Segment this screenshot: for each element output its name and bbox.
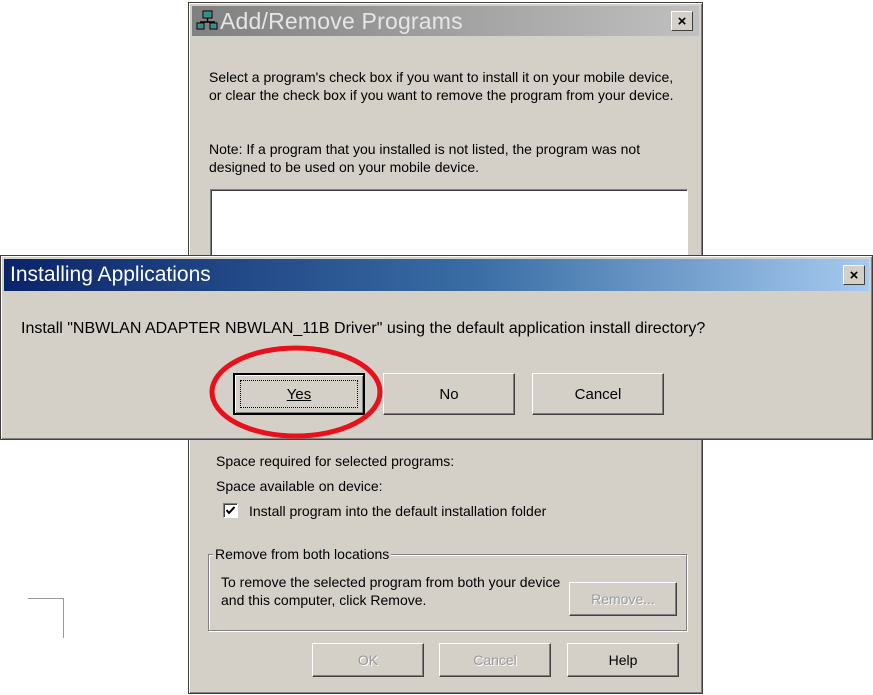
installing-applications-dialog: Installing Applications × Install "NBWLA… xyxy=(0,255,873,440)
ok-button[interactable]: OK xyxy=(312,643,424,677)
close-icon: × xyxy=(677,12,687,30)
space-available-label: Space available on device: xyxy=(216,478,383,494)
cancel-install-button[interactable]: Cancel xyxy=(532,373,664,415)
installing-title-bar[interactable]: Installing Applications × xyxy=(4,259,869,291)
no-label: No xyxy=(439,385,459,403)
remove-button[interactable]: Remove... xyxy=(569,582,677,616)
yes-button[interactable]: Yes xyxy=(233,373,365,415)
installing-title: Installing Applications xyxy=(10,263,211,286)
intro-text: Select a program's check box if you want… xyxy=(209,69,674,103)
yes-focus-rect xyxy=(240,380,358,408)
cancel-button[interactable]: Cancel xyxy=(439,643,551,677)
add-remove-title-bar[interactable]: Add/Remove Programs × xyxy=(192,6,699,36)
add-remove-title: Add/Remove Programs xyxy=(220,7,463,34)
install-default-checkbox[interactable] xyxy=(223,503,238,518)
install-question: Install "NBWLAN ADAPTER NBWLAN_11B Drive… xyxy=(21,320,706,337)
close-icon: × xyxy=(849,266,859,284)
add-remove-close-button[interactable]: × xyxy=(671,11,693,31)
install-default-label[interactable]: Install program into the default install… xyxy=(249,502,546,520)
remove-group-text: To remove the selected program from both… xyxy=(221,574,561,608)
installing-close-button[interactable]: × xyxy=(843,265,865,285)
network-computer-icon xyxy=(196,10,218,32)
checkmark-icon xyxy=(225,506,236,515)
no-button[interactable]: No xyxy=(383,373,515,415)
cancel-install-label: Cancel xyxy=(574,385,622,403)
remove-group-title: Remove from both locations xyxy=(213,546,392,562)
space-required-label: Space required for selected programs: xyxy=(216,453,455,469)
background-window-edge xyxy=(28,598,64,638)
help-button[interactable]: Help xyxy=(567,643,679,677)
note-text: Note: If a program that you installed is… xyxy=(209,141,641,175)
